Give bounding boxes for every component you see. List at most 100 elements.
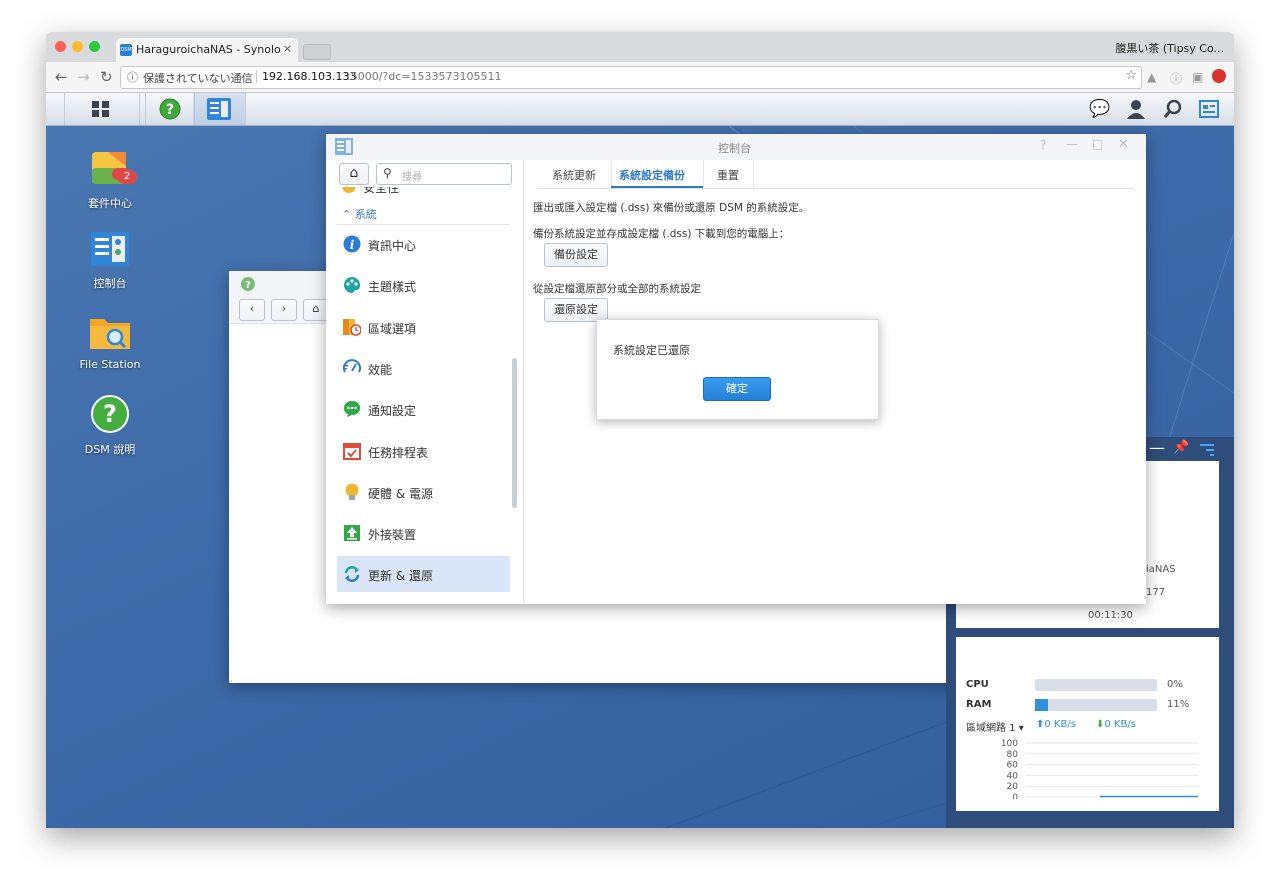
- tab-reset[interactable]: 重置: [703, 160, 754, 188]
- performance-icon: [343, 359, 361, 373]
- sidebar-item[interactable]: 硬體 & 電源: [337, 474, 510, 510]
- sidebar-item[interactable]: i 資訊中心: [337, 226, 510, 262]
- address-bar[interactable]: ⓘ 保護されていない通信 192.168.103.133 :5000/?dc=1…: [120, 66, 1142, 89]
- minimize-icon[interactable]: —: [1149, 438, 1165, 457]
- uptime-value: 00:11:30: [1088, 610, 1133, 621]
- section-header-system[interactable]: ⌃ 系統: [342, 206, 377, 222]
- minimize-window-icon[interactable]: —: [1066, 137, 1078, 151]
- user-icon[interactable]: [1126, 99, 1146, 119]
- widget-list-icon[interactable]: [1200, 443, 1214, 456]
- tab-label: 系統設定備份: [619, 169, 685, 182]
- sidebar-item-label: 更新 & 還原: [368, 569, 433, 584]
- server-name-partial: iaNAS: [1146, 564, 1176, 575]
- chart-tick-label: 80: [1007, 750, 1019, 760]
- tab-label: 系統更新: [552, 169, 596, 182]
- browser-toolbar: ← → ↻ ⓘ 保護されていない通信 192.168.103.133 :5000…: [46, 62, 1234, 93]
- profile-name[interactable]: 腹黒い茶 (Tipsy Co...: [1115, 40, 1224, 56]
- address-separator: [256, 70, 257, 83]
- control-panel-icon: [335, 138, 353, 155]
- sidebar-item-label: 通知設定: [368, 404, 417, 419]
- control-panel-window: 控制台 ? — □ ✕ ⌂ ⚲ 搜尋 安全性 ⌃ 系統 i 資訊中心 主題樣式 …: [326, 134, 1146, 604]
- grid-menu-icon: [92, 101, 109, 117]
- chart-tick-label: 100: [1001, 739, 1018, 749]
- tab-config-backup[interactable]: 系統設定備份: [611, 160, 704, 188]
- widgets-icon[interactable]: [1199, 100, 1219, 118]
- info-icon[interactable]: ⓘ: [127, 69, 138, 85]
- pin-icon[interactable]: 📌: [1173, 440, 1189, 455]
- download-rate: ⬇0 KB/s: [1096, 719, 1136, 730]
- sidebar: ⌂ ⚲ 搜尋 安全性 ⌃ 系統 i 資訊中心主題樣式區域選項效能通知設定任務排程表…: [326, 160, 524, 604]
- folder-icon: [90, 319, 130, 349]
- tab-strip: DSM HaraguroichaNAS - Synology × 腹黒い茶 (T…: [46, 32, 1234, 62]
- confirmation-dialog: 系統設定已還原 確定: [596, 319, 879, 420]
- help-back-button[interactable]: ‹: [239, 299, 265, 321]
- taskbar-control-panel-button[interactable]: [193, 93, 246, 125]
- search-icon[interactable]: [1163, 99, 1183, 119]
- desktop-icon-file-station[interactable]: File Station: [65, 313, 155, 371]
- sidebar-item[interactable]: 更新 & 還原: [337, 556, 510, 593]
- upload-icon: [344, 525, 360, 542]
- sidebar-item[interactable]: 通知設定: [337, 391, 510, 427]
- sidebar-item[interactable]: 效能: [337, 350, 510, 386]
- info-extension-icon[interactable]: ⓘ: [1170, 70, 1182, 87]
- sidebar-item-label: 外接裝置: [368, 528, 417, 543]
- chart-tick-label: 40: [1007, 771, 1019, 781]
- sidebar-item[interactable]: 任務排程表: [337, 433, 510, 469]
- desktop-icon-control-panel[interactable]: 控制台: [65, 230, 155, 291]
- sidebar-item[interactable]: 外接裝置: [337, 515, 510, 551]
- refresh-icon: [344, 566, 360, 583]
- sidebar-scrollbar[interactable]: [512, 358, 517, 508]
- dropdown-arrow-icon: ▾: [1018, 723, 1024, 734]
- info-icon: i: [343, 235, 361, 253]
- palette-icon: [344, 277, 360, 294]
- new-tab-button[interactable]: [303, 44, 331, 60]
- close-window-button[interactable]: [55, 41, 66, 52]
- backup-instruction: 備份系統設定並存成設定檔 (.dss) 下載到您的電腦上：: [533, 228, 790, 240]
- close-window-icon[interactable]: ✕: [1118, 137, 1129, 152]
- security-icon: [342, 187, 356, 193]
- tab-system-update[interactable]: 系統更新: [537, 160, 612, 188]
- taskbar-help-button[interactable]: ?: [145, 93, 195, 125]
- main-menu-button[interactable]: [64, 93, 140, 125]
- sidebar-item-label: 區域選項: [368, 321, 417, 336]
- help-window-icon[interactable]: ?: [1040, 138, 1046, 152]
- cast-extension-icon[interactable]: ▣: [1192, 70, 1203, 84]
- backup-config-button[interactable]: 備份設定: [544, 243, 608, 267]
- tab-close-icon[interactable]: ×: [283, 42, 292, 55]
- maximize-window-button[interactable]: [89, 41, 100, 52]
- home-icon: ⌂: [349, 165, 359, 181]
- forward-icon[interactable]: →: [77, 68, 90, 86]
- cpu-bar: [1035, 679, 1157, 691]
- sidebar-item[interactable]: 主題樣式: [337, 267, 510, 303]
- chart-tick-label: 60: [1007, 761, 1019, 771]
- search-field[interactable]: ⚲ 搜尋: [376, 163, 512, 185]
- resource-monitor-panel: CPU 0% RAM 11% 區域網路 1 ▾ ⬆0 KB/s ⬇0 KB/s …: [956, 637, 1219, 811]
- download-value: 0 KB/s: [1104, 719, 1136, 730]
- help-forward-button[interactable]: ›: [271, 299, 297, 321]
- drive-extension-icon[interactable]: ▲: [1147, 70, 1156, 84]
- sidebar-item-security-partial[interactable]: 安全性: [342, 187, 422, 197]
- maximize-window-icon[interactable]: □: [1092, 137, 1103, 151]
- backup-description: 匯出或匯入設定檔 (.dss) 來備份或還原 DSM 的系統設定。: [533, 202, 810, 214]
- sidebar-item[interactable]: 區域選項: [337, 309, 510, 345]
- chat-icon[interactable]: 💬: [1089, 99, 1110, 119]
- ok-button[interactable]: 確定: [703, 377, 771, 401]
- browser-tab[interactable]: DSM HaraguroichaNAS - Synology ×: [116, 38, 298, 62]
- control-panel-icon: [91, 232, 129, 266]
- network-selector[interactable]: 區域網路 1 ▾: [966, 719, 1024, 734]
- minimize-window-button[interactable]: [72, 41, 83, 52]
- bookmark-star-icon[interactable]: ☆: [1125, 68, 1137, 83]
- reload-icon[interactable]: ↻: [100, 68, 113, 86]
- svg-text:?: ?: [166, 102, 174, 118]
- sidebar-item-label: 安全性: [363, 187, 400, 195]
- section-divider: [337, 224, 510, 225]
- desktop-icon-label: DSM 說明: [84, 443, 136, 456]
- svg-text:?: ?: [245, 280, 251, 291]
- desktop-icon-package-center[interactable]: 2 套件中心: [65, 146, 155, 211]
- chart-tick-label: 0: [1012, 793, 1018, 799]
- desktop-icon-dsm-help[interactable]: ? DSM 說明: [65, 394, 155, 457]
- back-icon[interactable]: ←: [55, 68, 68, 86]
- dsm-taskbar: ? 💬: [46, 93, 1234, 126]
- adblock-extension-icon[interactable]: [1212, 69, 1226, 83]
- home-button[interactable]: ⌂: [339, 163, 369, 185]
